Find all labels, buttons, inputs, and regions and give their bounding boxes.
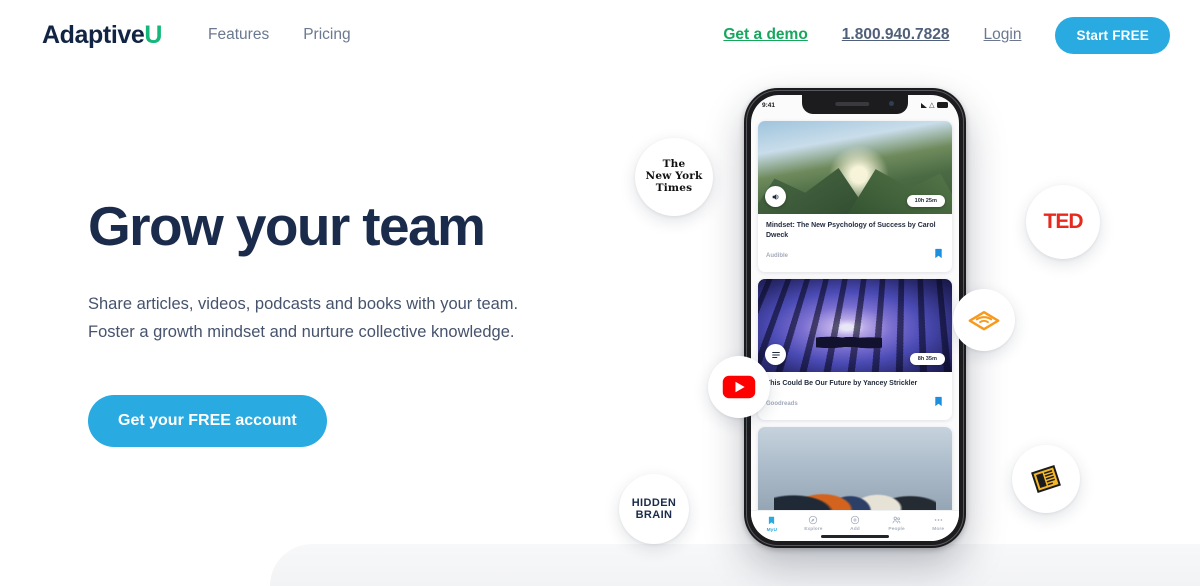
nyt-line-3: Times (655, 181, 693, 194)
source-logo-nytimes: The New York Times (635, 138, 713, 216)
audible-icon (968, 311, 1000, 331)
feed-card[interactable]: 10h 25m Mindset: The New Psychology of S… (758, 121, 952, 273)
people-icon (892, 516, 901, 524)
tab-explore[interactable]: Explore (794, 515, 832, 532)
card-body: Mindset: The New Psychology of Success b… (758, 214, 952, 272)
tab-label: Add (850, 526, 860, 532)
brand-logo-accent: U (144, 20, 163, 49)
youtube-icon (722, 375, 756, 399)
source-logo-audible (953, 289, 1015, 351)
ellipsis-icon (934, 519, 942, 521)
tab-label: More (932, 526, 945, 532)
nav-item-features[interactable]: Features (208, 26, 269, 44)
earpiece-speaker-icon (835, 102, 870, 106)
tab-people[interactable]: People (878, 515, 916, 532)
card-source: Audible (766, 253, 788, 260)
card-media: 10h 25m (758, 121, 952, 214)
get-free-account-button[interactable]: Get your FREE account (88, 394, 327, 447)
card-source: Goodreads (766, 401, 798, 408)
landing-page: AdaptiveU Features Pricing Get a demo 1.… (0, 0, 1200, 586)
hero-subhead: Share articles, videos, podcasts and boo… (88, 290, 588, 347)
status-time: 9:41 (762, 101, 776, 109)
wifi-icon: △ (929, 101, 935, 109)
hero-section: Grow your team Share articles, videos, p… (88, 195, 648, 447)
nav-get-a-demo[interactable]: Get a demo (723, 26, 807, 44)
brand-logo-main: Adaptive (42, 20, 145, 49)
brand-logo[interactable]: AdaptiveU (42, 21, 162, 50)
status-icons: △ (920, 101, 948, 109)
tab-myu[interactable]: MyU (753, 515, 791, 533)
bookmark-icon (769, 516, 775, 525)
content-feed: 10h 25m Mindset: The New Psychology of S… (751, 117, 959, 510)
source-logo-hidden-brain: HIDDEN BRAIN (619, 474, 689, 544)
card-title: This Could Be Our Future by Yancey Stric… (766, 380, 918, 388)
card-media: 8h 35m (758, 279, 952, 373)
speaker-icon[interactable] (765, 186, 786, 207)
plus-circle-icon (850, 515, 860, 525)
hero-subhead-line2: Foster a growth mindset and nurture coll… (88, 323, 515, 342)
bookmark-icon[interactable] (933, 247, 944, 265)
phone-frame: 9:41 △ 10h 25m Mindset: The New Psycholo… (744, 88, 966, 548)
home-indicator (821, 535, 889, 538)
card-footer: Audible (766, 247, 944, 265)
primary-nav: Features Pricing (208, 26, 351, 44)
page-bottom-band (270, 544, 1200, 586)
secondary-nav: Get a demo 1.800.940.7828 Login Start FR… (723, 16, 1170, 54)
card-duration-badge: 8h 35m (909, 353, 945, 366)
feed-card[interactable] (758, 427, 952, 510)
hidden-brain-icon: HIDDEN BRAIN (632, 497, 677, 522)
page-title: Grow your team (88, 195, 486, 257)
nav-phone-number[interactable]: 1.800.940.7828 (842, 26, 950, 44)
tab-label: People (888, 526, 905, 532)
front-camera-icon (889, 101, 894, 106)
nav-login[interactable]: Login (984, 26, 1022, 44)
card-image-people (758, 427, 952, 510)
nav-item-pricing[interactable]: Pricing (303, 26, 350, 44)
tab-label: MyU (766, 527, 778, 533)
hero-subhead-line1: Share articles, videos, podcasts and boo… (88, 294, 519, 313)
hidden-brain-line-1: HIDDEN (631, 496, 677, 509)
ted-icon: TED (1043, 210, 1084, 233)
phone-screen: 9:41 △ 10h 25m Mindset: The New Psycholo… (751, 95, 959, 541)
hidden-brain-line-2: BRAIN (635, 509, 673, 521)
nytimes-icon: The New York Times (646, 159, 703, 194)
source-logo-newspaper (1012, 445, 1080, 513)
card-media (758, 427, 952, 510)
card-title: Mindset: The New Psychology of Success b… (766, 222, 936, 240)
phone-mockup: 9:41 △ 10h 25m Mindset: The New Psycholo… (744, 88, 966, 548)
phone-notch (802, 95, 908, 114)
card-footer: Goodreads (766, 395, 944, 413)
tab-add[interactable]: Add (836, 515, 874, 532)
bookmark-icon[interactable] (933, 395, 944, 413)
feed-card[interactable]: 8h 35m This Could Be Our Future by Yance… (758, 279, 952, 421)
tab-more[interactable]: More (919, 515, 957, 532)
card-duration-badge: 10h 25m (906, 195, 945, 207)
battery-icon (937, 102, 948, 108)
source-logo-youtube (708, 356, 770, 418)
source-logo-ted: TED (1026, 185, 1100, 259)
compass-icon (809, 515, 818, 525)
newspaper-icon (1031, 465, 1061, 493)
signal-icon (920, 102, 927, 108)
tab-label: Explore (804, 526, 823, 532)
start-free-button[interactable]: Start FREE (1055, 16, 1170, 54)
card-body: This Could Be Our Future by Yancey Stric… (758, 372, 952, 420)
site-header: AdaptiveU Features Pricing Get a demo 1.… (0, 0, 1200, 70)
